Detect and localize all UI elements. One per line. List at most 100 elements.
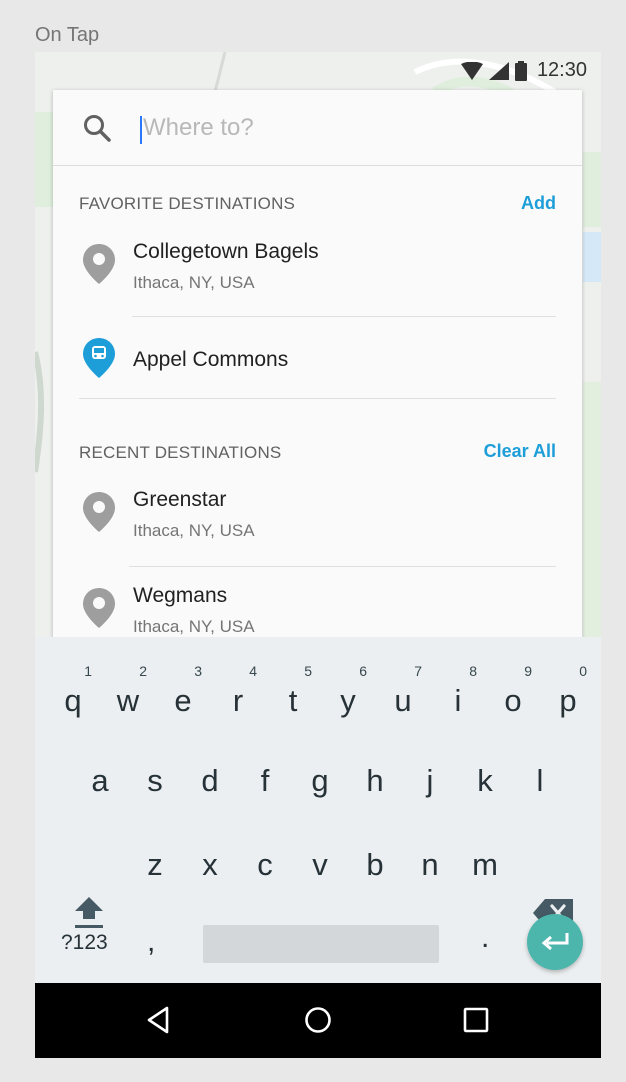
key-letter: n	[421, 847, 439, 882]
key-n[interactable]: n	[405, 827, 455, 887]
key-m[interactable]: m	[460, 827, 510, 887]
clear-all-button[interactable]: Clear All	[484, 441, 556, 462]
search-icon[interactable]	[81, 112, 113, 144]
symbols-key[interactable]: ?123	[61, 931, 108, 955]
key-letter: g	[311, 763, 329, 798]
key-x[interactable]: x	[185, 827, 235, 887]
key-v[interactable]: v	[295, 827, 345, 887]
key-letter: e	[174, 683, 192, 718]
back-icon[interactable]	[145, 1005, 175, 1035]
key-number-hint: 5	[304, 663, 312, 679]
key-number-hint: 2	[139, 663, 147, 679]
recent-item-title: Greenstar	[133, 488, 227, 511]
key-i[interactable]: 8i	[433, 663, 483, 723]
key-s[interactable]: s	[130, 743, 180, 803]
key-h[interactable]: h	[350, 743, 400, 803]
recent-item[interactable]: Greenstar Ithaca, NY, USA	[53, 478, 582, 568]
search-bar	[53, 90, 582, 166]
key-letter: c	[257, 847, 273, 882]
key-f[interactable]: f	[240, 743, 290, 803]
phone-screen: 12:30 FAVORITE DESTINATIONS Add Colleget…	[35, 52, 601, 1058]
key-letter: z	[147, 847, 163, 882]
key-l[interactable]: l	[515, 743, 565, 803]
key-t[interactable]: 5t	[268, 663, 318, 723]
key-letter: b	[366, 847, 384, 882]
shift-icon[interactable]	[75, 897, 103, 931]
favorite-item-subtitle: Ithaca, NY, USA	[133, 273, 255, 292]
key-q[interactable]: 1q	[48, 663, 98, 723]
key-d[interactable]: d	[185, 743, 235, 803]
key-z[interactable]: z	[130, 827, 180, 887]
key-letter: y	[340, 683, 356, 718]
favorite-item[interactable]: Collegetown Bagels Ithaca, NY, USA	[53, 230, 582, 320]
key-o[interactable]: 9o	[488, 663, 538, 723]
status-time: 12:30	[536, 59, 587, 81]
key-a[interactable]: a	[75, 743, 125, 803]
period-key[interactable]: .	[481, 921, 489, 955]
cell-signal-icon	[488, 61, 509, 80]
enter-button[interactable]	[527, 914, 583, 970]
key-letter: p	[559, 683, 577, 718]
location-pin-icon	[83, 492, 115, 532]
favorites-header: FAVORITE DESTINATIONS	[79, 194, 296, 213]
key-letter: q	[64, 683, 82, 718]
key-letter: o	[504, 683, 522, 718]
key-letter: s	[147, 763, 163, 798]
key-r[interactable]: 4r	[213, 663, 263, 723]
search-input[interactable]	[139, 106, 539, 150]
destination-card: FAVORITE DESTINATIONS Add Collegetown Ba…	[53, 90, 582, 650]
key-letter: k	[477, 763, 493, 798]
divider	[129, 566, 556, 567]
keyboard: 1q2w3e4r5t6y7u8i9o0p asdfghjkl zxcvbnm ?…	[35, 637, 601, 983]
wifi-icon	[460, 61, 483, 80]
add-favorite-button[interactable]: Add	[521, 193, 556, 214]
recent-item-title: Wegmans	[133, 584, 228, 607]
divider	[79, 398, 556, 399]
key-p[interactable]: 0p	[543, 663, 593, 723]
key-k[interactable]: k	[460, 743, 510, 803]
key-letter: d	[201, 763, 219, 798]
recents-icon[interactable]	[461, 1005, 491, 1035]
key-letter: a	[91, 763, 109, 798]
key-number-hint: 6	[359, 663, 367, 679]
key-number-hint: 9	[524, 663, 532, 679]
key-letter: m	[472, 847, 498, 882]
favorite-item-title: Collegetown Bagels	[133, 240, 319, 263]
key-letter: h	[366, 763, 384, 798]
key-y[interactable]: 6y	[323, 663, 373, 723]
favorite-item[interactable]: Appel Commons	[53, 334, 582, 404]
key-g[interactable]: g	[295, 743, 345, 803]
recent-item-subtitle: Ithaca, NY, USA	[133, 521, 255, 540]
battery-icon	[514, 60, 527, 81]
key-u[interactable]: 7u	[378, 663, 428, 723]
key-number-hint: 8	[469, 663, 477, 679]
key-j[interactable]: j	[405, 743, 455, 803]
home-icon[interactable]	[303, 1005, 333, 1035]
key-letter: u	[394, 683, 412, 718]
status-bar: 12:30	[35, 52, 601, 90]
key-letter: v	[312, 847, 328, 882]
key-number-hint: 0	[579, 663, 587, 679]
key-number-hint: 3	[194, 663, 202, 679]
key-number-hint: 4	[249, 663, 257, 679]
key-letter: l	[536, 763, 544, 798]
key-w[interactable]: 2w	[103, 663, 153, 723]
location-pin-icon	[83, 588, 115, 628]
key-letter: i	[454, 683, 462, 718]
key-letter: x	[202, 847, 218, 882]
key-letter: w	[116, 683, 140, 718]
comma-key[interactable]: ,	[147, 925, 155, 959]
key-letter: f	[260, 763, 270, 798]
bus-stop-pin-icon	[83, 338, 115, 378]
key-e[interactable]: 3e	[158, 663, 208, 723]
enter-icon	[541, 933, 569, 951]
favorite-item-title: Appel Commons	[133, 348, 289, 371]
recent-header: RECENT DESTINATIONS	[79, 443, 282, 462]
key-b[interactable]: b	[350, 827, 400, 887]
key-letter: r	[232, 683, 244, 718]
app-caption: On Tap	[35, 24, 100, 46]
location-pin-icon	[83, 244, 115, 284]
spacebar[interactable]	[203, 925, 439, 963]
key-c[interactable]: c	[240, 827, 290, 887]
key-letter: t	[288, 683, 298, 718]
